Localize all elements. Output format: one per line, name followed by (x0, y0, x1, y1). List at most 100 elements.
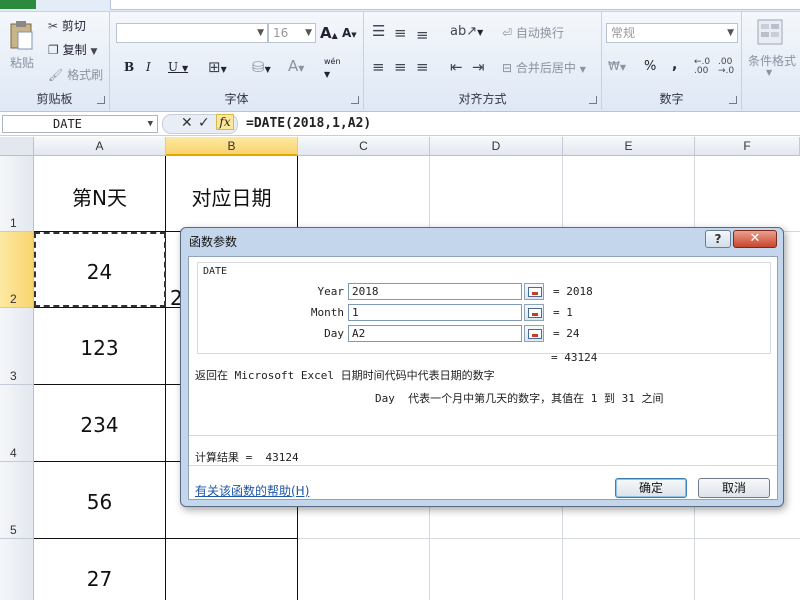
cell-c6[interactable] (298, 539, 430, 600)
column-header-f[interactable]: F (695, 137, 800, 156)
function-help-link[interactable]: 有关该函数的帮助(H) (195, 482, 309, 499)
fill-color-button[interactable]: ⛁▼ (252, 58, 271, 76)
orientation-button[interactable]: ab↗▼ (450, 24, 483, 39)
number-launcher-icon[interactable] (729, 96, 737, 104)
bold-button[interactable]: B (124, 60, 134, 74)
decrease-indent-button[interactable]: ⇤ (450, 58, 463, 76)
font-name-combo[interactable]: ▼ (116, 23, 268, 43)
wrap-text-button[interactable]: ⏎ 自动换行 (502, 24, 564, 41)
shrink-font-button[interactable]: A▼ (342, 26, 357, 40)
row-header-3[interactable]: 3 (0, 308, 34, 385)
increase-indent-button[interactable]: ⇥ (472, 58, 485, 76)
font-color-icon: A (288, 57, 299, 75)
cell-f5[interactable] (695, 507, 800, 539)
font-launcher-icon[interactable] (351, 96, 359, 104)
row-header-2[interactable]: 2 (0, 232, 34, 308)
cell-a4[interactable]: 234 (34, 385, 166, 462)
alignment-launcher-icon[interactable] (589, 96, 597, 104)
align-bottom-icon: ≡ (416, 26, 429, 44)
name-box[interactable]: DATE ▼ (2, 115, 158, 133)
scissors-icon: ✂ (48, 19, 59, 33)
font-size-combo[interactable]: 16 ▼ (268, 23, 316, 43)
paste-icon[interactable] (6, 20, 36, 52)
paste-button[interactable]: 粘贴 (10, 54, 34, 71)
align-left-button[interactable]: ≡ (372, 58, 385, 76)
arg-label-year: Year (317, 285, 345, 298)
decrease-indent-icon: ⇤ (450, 58, 463, 76)
arg-input-year[interactable]: 2018 (348, 283, 522, 300)
align-center-button[interactable]: ≡ (394, 58, 407, 76)
cell-d6[interactable] (430, 539, 563, 600)
borders-button[interactable]: ⊞▼ (208, 58, 227, 76)
cell-f6[interactable] (695, 539, 800, 600)
cell-f1[interactable] (695, 156, 800, 232)
comma-button[interactable]: , (672, 57, 677, 73)
collapse-dialog-icon[interactable] (524, 283, 544, 300)
cell-d5[interactable] (430, 507, 563, 539)
align-right-button[interactable]: ≡ (416, 58, 429, 76)
formula-input[interactable]: =DATE(2018,1,A2) (246, 115, 371, 133)
decrease-decimal-button[interactable]: .00 →.0 (718, 58, 734, 76)
cell-a6[interactable]: 27 (34, 539, 166, 600)
collapse-dialog-icon[interactable] (524, 304, 544, 321)
cell-a1[interactable]: 第N天 (34, 156, 166, 232)
conditional-format-button[interactable]: 条件格式 (748, 52, 796, 69)
conditional-format-icon[interactable] (756, 18, 784, 46)
cell-a5[interactable]: 56 (34, 462, 166, 539)
help-button[interactable]: ? (705, 230, 731, 248)
arg-result-day: = 24 (553, 327, 580, 340)
increase-decimal-button[interactable]: ←.0.00 (694, 58, 710, 76)
column-header-c[interactable]: C (298, 137, 430, 156)
cut-button[interactable]: ✂ 剪切 (48, 17, 86, 34)
italic-button[interactable]: I (146, 60, 151, 74)
row-header-6[interactable] (0, 539, 34, 600)
cell-b1[interactable]: 对应日期 (166, 156, 298, 232)
arg-input-day[interactable]: A2 (348, 325, 522, 342)
underline-button[interactable]: U ▼ (168, 60, 188, 74)
file-tab[interactable] (0, 0, 36, 9)
cell-e6[interactable] (563, 539, 695, 600)
cancel-button[interactable]: 取消 (698, 478, 770, 498)
font-color-button[interactable]: A▼ (288, 57, 304, 75)
argument-description: Day 代表一个月中第几天的数字，其值在 1 到 31 之间 (375, 392, 664, 405)
column-header-b[interactable]: B (166, 137, 298, 156)
number-format-combo[interactable]: 常规 ▼ (606, 23, 738, 43)
phonetic-button[interactable]: wén ▼ (324, 58, 341, 80)
collapse-dialog-icon[interactable] (524, 325, 544, 342)
column-header-a[interactable]: A (34, 137, 166, 156)
column-header-e[interactable]: E (563, 137, 695, 156)
row-header-1[interactable]: 1 (0, 156, 34, 232)
select-all-corner[interactable] (0, 137, 34, 156)
cell-d1[interactable] (430, 156, 563, 232)
align-top-button[interactable]: ☰ (372, 22, 385, 40)
merge-center-button[interactable]: ⊟ 合并后居中 ▼ (502, 59, 586, 76)
cell-e5[interactable] (563, 507, 695, 539)
close-button[interactable]: ✕ (733, 230, 777, 248)
row-header-5[interactable]: 5 (0, 462, 34, 539)
cell-a3[interactable]: 123 (34, 308, 166, 385)
grow-font-button[interactable]: A▲ (320, 24, 338, 42)
cell-b6[interactable] (166, 539, 298, 600)
ok-button[interactable]: 确定 (615, 478, 687, 498)
format-painter-button[interactable]: 🖌 格式刷 (48, 66, 103, 83)
align-bottom-button[interactable]: ≡ (416, 26, 429, 44)
cancel-formula-button[interactable]: ✕ (181, 115, 193, 131)
currency-button[interactable]: ₩▼ (608, 59, 626, 73)
alignment-group: ☰ ≡ ≡ ab↗▼ ⏎ 自动换行 ≡ ≡ ≡ ⇤ ⇥ ⊟ 合并后居中 ▼ 对齐… (364, 12, 602, 110)
arg-label-month: Month (310, 306, 344, 319)
align-middle-button[interactable]: ≡ (394, 24, 407, 42)
arguments-fieldset: DATE Year 2018 = 2018 Month 1 = 1 Day A2… (197, 262, 771, 354)
arg-input-month[interactable]: 1 (348, 304, 522, 321)
percent-button[interactable]: % (644, 59, 656, 74)
row-header-4[interactable]: 4 (0, 385, 34, 462)
clipboard-launcher-icon[interactable] (97, 96, 105, 104)
copy-button[interactable]: ❐ 复制 ▼ (48, 41, 97, 58)
cell-c1[interactable] (298, 156, 430, 232)
enter-formula-button[interactable]: ✓ (198, 115, 210, 131)
insert-function-button[interactable]: fx (216, 114, 234, 130)
column-header-d[interactable]: D (430, 137, 563, 156)
phonetic-label: wén (324, 57, 341, 66)
cell-e1[interactable] (563, 156, 695, 232)
chevron-down-icon[interactable]: ▼ (766, 68, 772, 77)
cell-c5[interactable] (298, 507, 430, 539)
